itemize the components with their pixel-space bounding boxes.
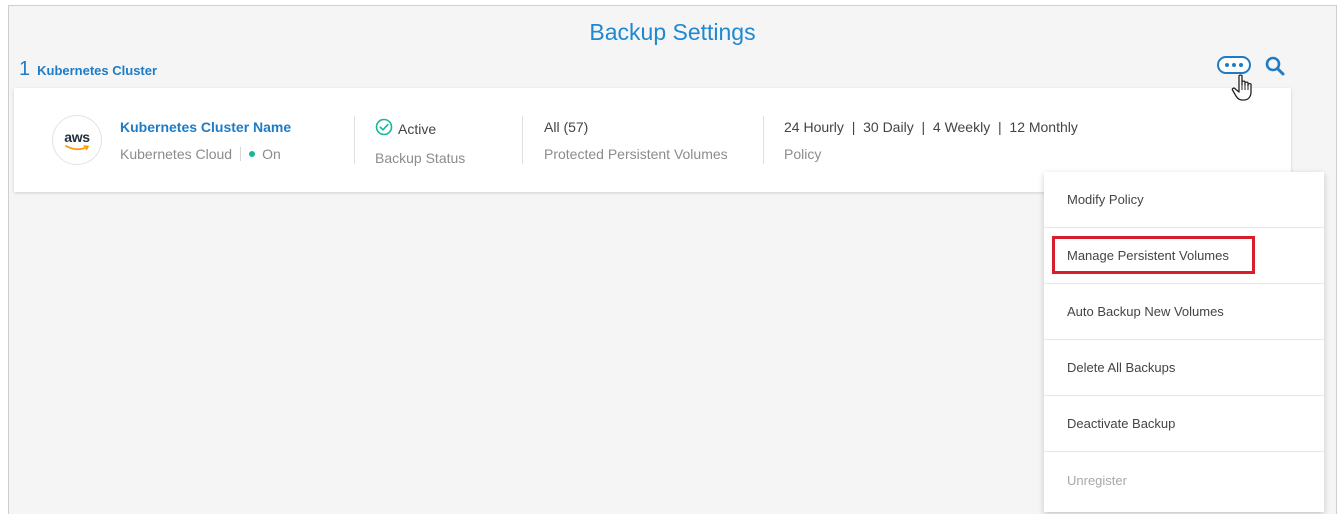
column-divider — [522, 116, 523, 164]
policy-label: Policy — [784, 146, 822, 162]
more-options-icon[interactable] — [1217, 56, 1251, 74]
menu-item-label: Deactivate Backup — [1067, 416, 1176, 431]
backup-status-value: Active — [398, 121, 437, 137]
status-dot-icon — [249, 151, 256, 157]
column-divider — [354, 116, 355, 164]
aws-logo-text: aws — [64, 128, 90, 145]
volumes-value: All (57) — [544, 119, 589, 135]
menu-item-label: Delete All Backups — [1067, 360, 1176, 375]
backup-settings-panel: Backup Settings 1 Kubernetes Cluster aws… — [8, 5, 1337, 514]
column-divider — [763, 116, 764, 164]
cluster-cloud: Kubernetes Cloud — [120, 146, 233, 162]
inline-divider — [240, 147, 242, 161]
cluster-state: On — [262, 146, 281, 162]
cluster-name-column: Kubernetes Cluster Name Kubernetes Cloud… — [120, 118, 291, 163]
menu-item-modify-policy[interactable]: Modify Policy — [1044, 172, 1324, 228]
cluster-count-number: 1 — [19, 58, 31, 80]
menu-item-auto-backup-new-volumes[interactable]: Auto Backup New Volumes — [1044, 284, 1324, 340]
menu-item-label: Modify Policy — [1067, 192, 1144, 207]
volumes-column: All (57) Protected Persistent Volumes — [544, 118, 728, 163]
cluster-name-link[interactable]: Kubernetes Cluster Name — [120, 118, 291, 136]
cluster-cloud-info: Kubernetes Cloud On — [120, 145, 291, 163]
highlight-box — [1052, 236, 1255, 274]
backup-status-column: Active Backup Status — [375, 118, 465, 167]
backup-status-label: Backup Status — [375, 150, 466, 166]
aws-logo: aws — [52, 115, 102, 165]
hand-pointer-icon — [1231, 74, 1255, 107]
search-icon[interactable] — [1264, 55, 1286, 77]
check-circle-icon — [375, 118, 398, 140]
policy-column: 24 Hourly | 30 Daily | 4 Weekly | 12 Mon… — [784, 118, 1078, 163]
menu-item-label: Auto Backup New Volumes — [1067, 304, 1224, 319]
volumes-label: Protected Persistent Volumes — [544, 146, 728, 162]
menu-item-unregister: Unregister — [1044, 452, 1324, 508]
cluster-count-label: Kubernetes Cluster — [37, 63, 158, 78]
backup-status-value-row: Active — [375, 118, 465, 140]
page-title: Backup Settings — [589, 19, 756, 45]
menu-item-manage-persistent-volumes[interactable]: Manage Persistent Volumes — [1044, 228, 1324, 284]
menu-item-deactivate-backup[interactable]: Deactivate Backup — [1044, 396, 1324, 452]
cluster-count: 1 Kubernetes Cluster — [19, 58, 157, 81]
policy-value: 24 Hourly | 30 Daily | 4 Weekly | 12 Mon… — [784, 119, 1078, 135]
menu-item-label: Unregister — [1067, 472, 1127, 488]
actions-menu: Modify Policy Manage Persistent Volumes … — [1044, 172, 1324, 512]
menu-item-delete-all-backups[interactable]: Delete All Backups — [1044, 340, 1324, 396]
